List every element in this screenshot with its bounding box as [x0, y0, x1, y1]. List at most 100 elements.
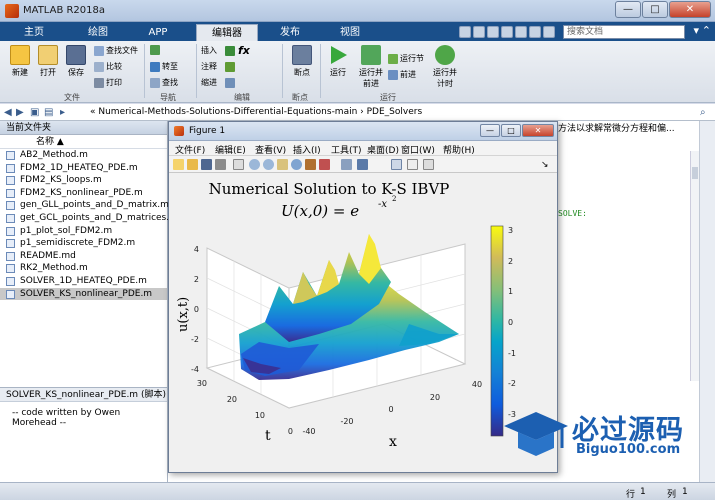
- file-name: README.md: [20, 250, 76, 261]
- browse-folder-icon[interactable]: ▤: [44, 107, 53, 118]
- path-drop-icon[interactable]: ▸: [60, 107, 65, 118]
- goto-button[interactable]: 转至: [150, 61, 178, 72]
- pointer-icon[interactable]: [233, 159, 244, 170]
- file-list-item[interactable]: p1_plot_sol_FDM2.m: [0, 225, 167, 238]
- tab-publish[interactable]: 发布: [264, 24, 316, 41]
- figure-menu-item[interactable]: 插入(I): [293, 143, 321, 156]
- figure-menu-item[interactable]: 工具(T): [331, 143, 362, 156]
- fx-button[interactable]: fx: [238, 44, 250, 57]
- name-column-header[interactable]: 名称 ▲: [0, 135, 167, 149]
- cut-quick-icon[interactable]: [473, 26, 485, 38]
- file-list-item[interactable]: get_GCL_points_and_D_matrices.m: [0, 212, 178, 225]
- brush-icon[interactable]: [319, 159, 330, 170]
- search-input[interactable]: 搜索文档: [563, 25, 685, 39]
- run-time-button[interactable]: 运行并 计时: [428, 45, 462, 89]
- show-plot-tools-icon[interactable]: [423, 159, 434, 170]
- help-quick-icon[interactable]: [543, 26, 555, 38]
- file-list-item[interactable]: RK2_Method.m: [0, 262, 167, 275]
- minimize-button[interactable]: —: [615, 1, 641, 18]
- file-list-item[interactable]: SOLVER_1D_HEATEQ_PDE.m: [0, 275, 167, 288]
- m-file-icon: [6, 176, 15, 186]
- editor-scrollbar[interactable]: [690, 151, 699, 381]
- colorbar-tick: 3: [508, 226, 513, 235]
- plot-area[interactable]: Numerical Solution to K-S IBVP U(x,0) = …: [169, 174, 557, 472]
- collapse-ribbon-icon[interactable]: ⌃: [702, 24, 711, 37]
- figure-menu-item[interactable]: 桌面(D): [367, 143, 399, 156]
- tab-plots[interactable]: 绘图: [72, 24, 124, 41]
- advance-button[interactable]: 前进: [388, 69, 416, 80]
- file-list-item[interactable]: AB2_Method.m: [0, 149, 167, 162]
- compare-button[interactable]: 比较: [94, 61, 122, 72]
- figure-title-bar[interactable]: Figure 1 — □ ✕: [169, 122, 557, 141]
- run-advance-icon: [361, 45, 381, 65]
- file-list-item[interactable]: SOLVER_KS_nonlinear_PDE.m: [0, 287, 167, 301]
- back-arrow-icon[interactable]: ◀: [4, 107, 12, 118]
- copy-quick-icon[interactable]: [487, 26, 499, 38]
- print-figure-icon[interactable]: [215, 159, 226, 170]
- up-folder-icon[interactable]: ▣: [30, 107, 39, 118]
- figure-menu-item[interactable]: 查看(V): [255, 143, 286, 156]
- figure-menu-item[interactable]: 窗口(W): [401, 143, 435, 156]
- redo-quick-icon[interactable]: [529, 26, 541, 38]
- figure-maximize-button[interactable]: □: [501, 124, 521, 137]
- undo-quick-icon[interactable]: [515, 26, 527, 38]
- file-list-item[interactable]: FDM2_KS_nonlinear_PDE.m: [0, 187, 167, 200]
- status-col-value: 1: [682, 487, 688, 497]
- tab-apps[interactable]: APP: [134, 24, 182, 41]
- zoom-out-icon[interactable]: [263, 159, 274, 170]
- paste-quick-icon[interactable]: [501, 26, 513, 38]
- file-name: p1_plot_sol_FDM2.m: [20, 225, 113, 236]
- forward-arrow-icon[interactable]: ▶: [16, 107, 24, 118]
- save-button[interactable]: 保存: [60, 45, 92, 78]
- zoom-in-icon[interactable]: [249, 159, 260, 170]
- dock-icon[interactable]: ↘: [541, 160, 549, 170]
- maximize-button[interactable]: □: [642, 1, 668, 18]
- open-file-icon[interactable]: [187, 159, 198, 170]
- m-file-icon: [6, 239, 15, 249]
- link-icon[interactable]: [341, 159, 352, 170]
- indent-button[interactable]: 缩进: [201, 77, 235, 88]
- file-list-item[interactable]: README.md: [0, 250, 167, 263]
- address-path[interactable]: « Numerical-Methods-Solutions-Differenti…: [90, 107, 422, 117]
- figure-menu-item[interactable]: 文件(F): [175, 143, 205, 156]
- x-tick: -40: [302, 427, 315, 436]
- close-button[interactable]: ✕: [669, 1, 711, 18]
- scrollbar-thumb[interactable]: [692, 167, 698, 179]
- file-list-item[interactable]: FDM2_KS_loops.m: [0, 174, 167, 187]
- data-cursor-icon[interactable]: [305, 159, 316, 170]
- run-button[interactable]: 运行: [322, 45, 354, 78]
- find-files-button[interactable]: 查找文件: [94, 45, 138, 56]
- comment-button[interactable]: 注释: [201, 61, 235, 72]
- hide-plot-tools-icon[interactable]: [407, 159, 418, 170]
- run-section-button[interactable]: 运行节: [388, 53, 424, 64]
- file-list-item[interactable]: FDM2_1D_HEATEQ_PDE.m: [0, 162, 167, 175]
- tab-editor[interactable]: 编辑器: [196, 24, 258, 41]
- figure-minimize-button[interactable]: —: [480, 124, 500, 137]
- figure-close-button[interactable]: ✕: [522, 124, 554, 137]
- run-advance-button[interactable]: 运行并 前进: [354, 45, 388, 89]
- pan-icon[interactable]: [277, 159, 288, 170]
- save-figure-icon[interactable]: [201, 159, 212, 170]
- save-quick-icon[interactable]: [459, 26, 471, 38]
- editor-code-line: SOLVE:: [558, 209, 587, 218]
- file-list-item[interactable]: gen_GLL_points_and_D_matrix.m: [0, 199, 169, 212]
- insert-button[interactable]: 插入: [201, 45, 235, 56]
- insert-legend-icon[interactable]: [391, 159, 402, 170]
- insert-colorbar-icon[interactable]: [357, 159, 368, 170]
- rotate-icon[interactable]: [291, 159, 302, 170]
- surface-plot[interactable]: Numerical Solution to K-S IBVP U(x,0) = …: [169, 174, 557, 472]
- figure-menu-item[interactable]: 编辑(E): [215, 143, 246, 156]
- z-tick: -2: [191, 335, 199, 344]
- tab-view[interactable]: 视图: [324, 24, 376, 41]
- figure-menu-item[interactable]: 帮助(H): [443, 143, 475, 156]
- nav-back-button[interactable]: [150, 45, 160, 55]
- new-figure-icon[interactable]: [173, 159, 184, 170]
- search-dropdown-icon[interactable]: ▾: [693, 24, 699, 37]
- tab-home[interactable]: 主页: [8, 24, 60, 41]
- breakpoints-button[interactable]: 断点: [286, 45, 318, 78]
- m-file-icon: [6, 151, 15, 160]
- print-button[interactable]: 打印: [94, 77, 122, 88]
- file-list-item[interactable]: p1_semidiscrete_FDM2.m: [0, 237, 167, 250]
- find-button[interactable]: 查找: [150, 77, 178, 88]
- address-search-icon[interactable]: ⌕: [700, 107, 706, 118]
